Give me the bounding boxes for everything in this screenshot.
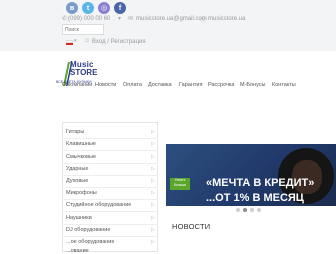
- slider-dot[interactable]: [250, 208, 254, 212]
- news-heading: НОВОСТИ: [172, 222, 211, 231]
- phone-icon: ✆: [62, 16, 68, 22]
- email-link[interactable]: musicstore.ua@gmail.com: [136, 16, 207, 22]
- divider: [62, 224, 158, 225]
- nav-installment[interactable]: Рассрочка: [208, 82, 235, 88]
- banner-headline: «МЕЧТА В КРЕДИТ»: [206, 177, 315, 189]
- chevron-right-icon: ▷: [151, 154, 155, 160]
- divider: [62, 211, 158, 212]
- chevron-right-icon: ▷: [151, 239, 155, 245]
- chevron-down-icon[interactable]: ▾: [74, 38, 77, 44]
- nav-contacts[interactable]: Контакты: [272, 82, 296, 88]
- divider: [62, 187, 158, 188]
- search-input[interactable]: [62, 24, 104, 35]
- slider-dot[interactable]: [236, 208, 240, 212]
- divider: [62, 199, 158, 200]
- chevron-right-icon: ▷: [151, 178, 155, 184]
- divider: [62, 150, 158, 151]
- chevron-right-icon: ▷: [151, 227, 155, 233]
- nav-bonuses[interactable]: М-Бонусы: [240, 82, 266, 88]
- nav-delivery[interactable]: Доставка: [148, 82, 172, 88]
- flag-icon[interactable]: [66, 40, 73, 45]
- chevron-right-icon: ▷: [151, 190, 155, 196]
- slider-dot[interactable]: [257, 208, 261, 212]
- mail-icon: ✉: [128, 16, 134, 22]
- facebook-icon[interactable]: f: [114, 2, 126, 14]
- nav-about[interactable]: О компании: [62, 82, 92, 88]
- top-bar: [0, 0, 336, 51]
- logo-store-text: STORE: [70, 68, 98, 77]
- nav-warranty[interactable]: Гарантия: [179, 82, 202, 88]
- skype-icon: ⓢ: [200, 18, 207, 24]
- divider: [62, 236, 158, 237]
- nav-news[interactable]: Новости: [95, 82, 116, 88]
- chevron-right-icon: ▷: [151, 202, 155, 208]
- twitter-icon[interactable]: t: [82, 2, 94, 14]
- slider-dots: [236, 208, 261, 212]
- divider: [62, 138, 158, 139]
- nav-payment[interactable]: Оплата: [123, 82, 142, 88]
- chevron-right-icon: ▷: [151, 166, 155, 172]
- chevron-right-icon: ▷: [151, 129, 155, 135]
- chevron-right-icon: ▷: [151, 215, 155, 221]
- user-icon: ☺: [84, 38, 91, 44]
- slider-dot-active[interactable]: [243, 208, 247, 212]
- divider: [62, 163, 158, 164]
- vk-icon[interactable]: в: [66, 2, 78, 14]
- divider: [62, 175, 158, 176]
- login-link[interactable]: Вход / Регистрация: [92, 39, 146, 45]
- chevron-down-icon[interactable]: ▾: [118, 15, 121, 22]
- banner-more-button[interactable]: Узнать больше: [170, 178, 190, 190]
- banner-subline: ...ОТ 1% В МЕСЯЦ: [206, 192, 304, 204]
- skype-link[interactable]: musicstore.ua: [208, 16, 245, 22]
- chevron-right-icon: ▷: [151, 141, 155, 147]
- instagram-icon[interactable]: ◎: [98, 2, 110, 14]
- phone-number[interactable]: (099) 000 00 60: [68, 16, 110, 22]
